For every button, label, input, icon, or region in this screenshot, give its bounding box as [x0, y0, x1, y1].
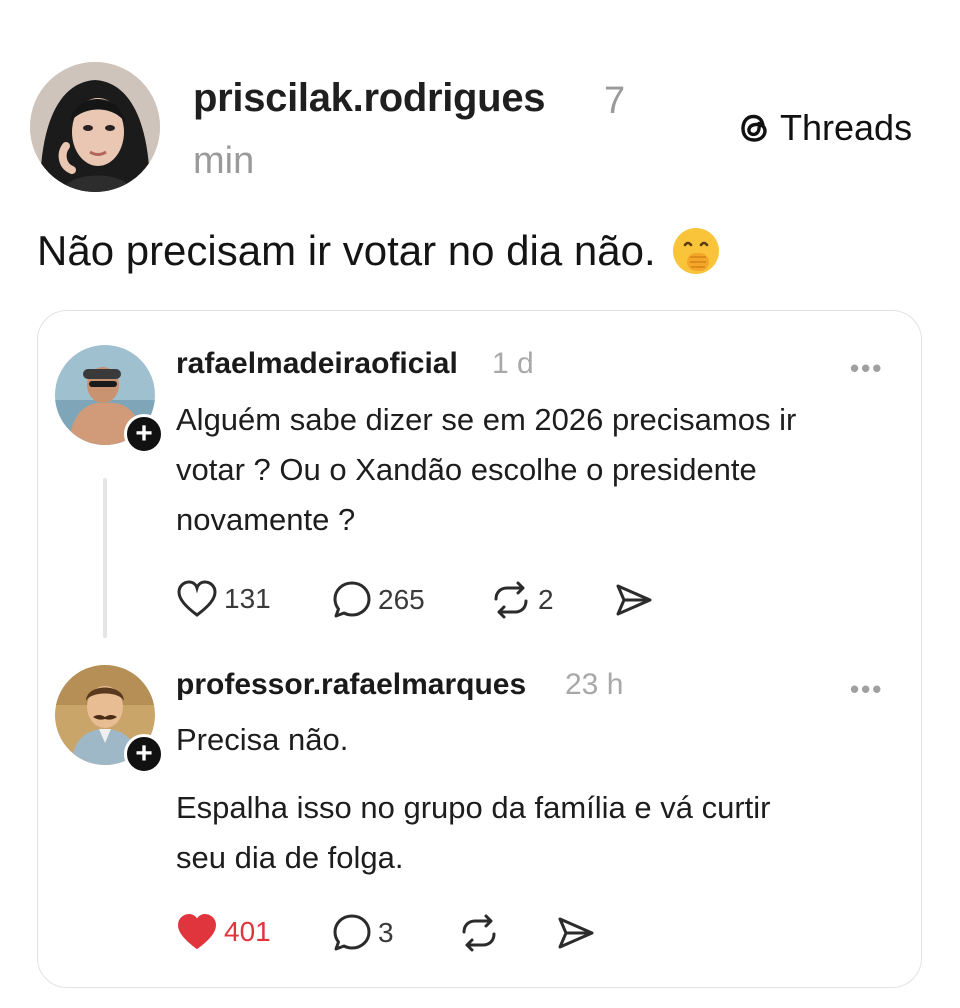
heart-filled-icon: [177, 913, 217, 950]
comment1-like-button[interactable]: 131: [176, 580, 271, 618]
comment2-line: Espalha isso no grupo da família e vá cu…: [176, 790, 771, 825]
send-icon: [616, 584, 652, 616]
comment2-time: 23 h: [565, 668, 624, 701]
comment1-more-icon[interactable]: •••: [850, 353, 883, 384]
comment2-repost-button[interactable]: [458, 913, 500, 953]
comment1-line: votar ? Ou o Xandão escolhe o presidente: [176, 452, 757, 487]
post-text: Não precisam ir votar no dia não.: [37, 227, 656, 274]
comment2-body: Espalha isso no grupo da família e vá cu…: [176, 783, 770, 883]
comment1-body: Alguém sabe dizer se em 2026 precisamos …: [176, 395, 796, 545]
comment1-line: novamente ?: [176, 502, 356, 537]
threads-logo-icon: [741, 114, 767, 142]
comment2-share-button[interactable]: [556, 915, 596, 951]
comment-bubble-icon: [333, 581, 371, 618]
heart-icon: [177, 580, 217, 617]
comment2-username[interactable]: professor.rafaelmarques: [176, 668, 526, 702]
comment1-share-button[interactable]: [614, 582, 654, 618]
comment1-repost-count: 2: [538, 584, 554, 615]
comment2-more-icon[interactable]: •••: [850, 674, 883, 705]
comment1-time: 1 d: [492, 347, 534, 380]
comment2-reply-button[interactable]: 3: [332, 913, 394, 953]
comment-bubble-icon: [333, 914, 371, 951]
author-avatar[interactable]: [30, 62, 160, 192]
comment1-line: Alguém sabe dizer se em 2026 precisamos …: [176, 402, 797, 437]
repost-icon: [494, 581, 528, 619]
send-icon: [558, 917, 594, 949]
follow-plus-button[interactable]: +: [124, 414, 164, 454]
post-time-value: 7: [604, 80, 626, 122]
comment1-like-count: 131: [224, 583, 271, 614]
author-username[interactable]: priscilak.rodrigues: [193, 76, 546, 121]
post-body: Não precisam ir votar no dia não.: [37, 225, 722, 277]
face-with-hand-over-mouth-emoji-icon: [672, 228, 719, 274]
thread-connector-line: [103, 478, 107, 638]
comment2-line: seu dia de folga.: [176, 840, 404, 875]
comment1-reply-button[interactable]: 265: [332, 580, 425, 620]
post-time-unit: min: [193, 140, 255, 182]
comment1-username[interactable]: rafaelmadeiraoficial: [176, 347, 458, 381]
comment2-reply-count: 3: [378, 917, 394, 948]
threads-brand: Threads: [734, 107, 912, 149]
comment2-like-button[interactable]: 401: [176, 913, 271, 951]
threads-screenshot: priscilak.rodrigues 7 min Threads Não pr…: [0, 0, 960, 1008]
comment2-like-count: 401: [224, 916, 271, 947]
threads-brand-label: Threads: [780, 107, 913, 148]
comment1-repost-button[interactable]: 2: [490, 580, 554, 620]
comment2-first-line: Precisa não.: [176, 722, 349, 757]
comment1-reply-count: 265: [378, 584, 425, 615]
repost-icon: [462, 914, 496, 952]
follow-plus-button[interactable]: +: [124, 734, 164, 774]
